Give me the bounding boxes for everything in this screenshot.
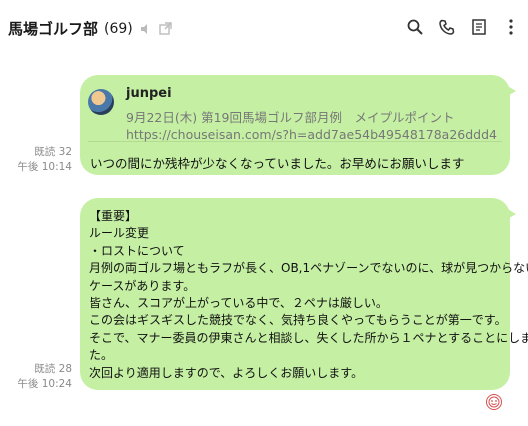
message-bubble[interactable]: junpei 9月22日(木) 第19回馬場ゴルフ部月例 メイプルポイント ht… bbox=[80, 75, 516, 175]
message-line: ・ロストについて bbox=[89, 243, 185, 258]
message-bubble[interactable]: 【重要】 ルール変更 ・ロストについて 月例の両ゴルフ場ともラフが長く、OB,1… bbox=[80, 198, 528, 390]
message-line: 皆さん、スコアが上がっている中で、２ペナは厳しい。 bbox=[89, 296, 388, 311]
message-meta: 既読 32 午後 10:14 bbox=[17, 145, 72, 175]
message-line: ケースがあります。 bbox=[89, 278, 196, 293]
message-line: 月例の両ゴルフ場ともラフが長く、OB,1ペナゾーンでないのに、球が見つからない bbox=[89, 261, 528, 276]
phone-icon[interactable] bbox=[438, 18, 456, 36]
message-line: 【重要】 bbox=[89, 209, 138, 223]
message-line: この会はギスギスした競技でなく、気持ち良くやってもらうことが第一です。 bbox=[89, 313, 507, 328]
search-icon[interactable] bbox=[406, 18, 424, 36]
read-count: 既読 32 bbox=[34, 146, 72, 158]
message-line: そこで、マナー委員の伊東さんと相談し、失くした所から１ペナとすることにしまし bbox=[89, 330, 528, 345]
member-count: (69) bbox=[104, 20, 133, 37]
more-vertical-icon[interactable] bbox=[502, 18, 520, 36]
preview-url[interactable]: https://chouseisan.com/s?h=add7ae54b4954… bbox=[126, 127, 498, 142]
group-name: 馬場ゴルフ部 bbox=[8, 20, 99, 38]
chat-header: 馬場ゴルフ部 (69) bbox=[0, 0, 528, 56]
preview-title: 9月22日(木) 第19回馬場ゴルフ部月例 メイプルポイント bbox=[126, 110, 455, 125]
read-count: 既読 28 bbox=[34, 363, 72, 375]
speaker-muted-icon[interactable] bbox=[139, 22, 153, 36]
message-line: た。 bbox=[89, 348, 114, 363]
external-window-icon[interactable] bbox=[159, 22, 172, 35]
avatar bbox=[88, 89, 114, 115]
link-preview[interactable]: junpei 9月22日(木) 第19回馬場ゴルフ部月例 メイプルポイント ht… bbox=[88, 83, 502, 142]
timestamp: 午後 10:24 bbox=[17, 378, 72, 390]
note-icon[interactable] bbox=[470, 18, 488, 36]
reaction-face-icon[interactable] bbox=[486, 394, 502, 410]
timestamp: 午後 10:14 bbox=[17, 161, 72, 173]
message-meta: 既読 28 午後 10:24 bbox=[17, 362, 72, 392]
preview-author: junpei bbox=[126, 86, 172, 101]
message-text: いつの間にか残枠が少なくなっていました。お早めにお願いします bbox=[90, 156, 465, 171]
message-line: ルール変更 bbox=[89, 226, 150, 241]
chat-title[interactable]: 馬場ゴルフ部 (69) bbox=[8, 18, 172, 39]
message-line: 次回より適用しますので、よろしくお願いします。 bbox=[89, 365, 364, 380]
